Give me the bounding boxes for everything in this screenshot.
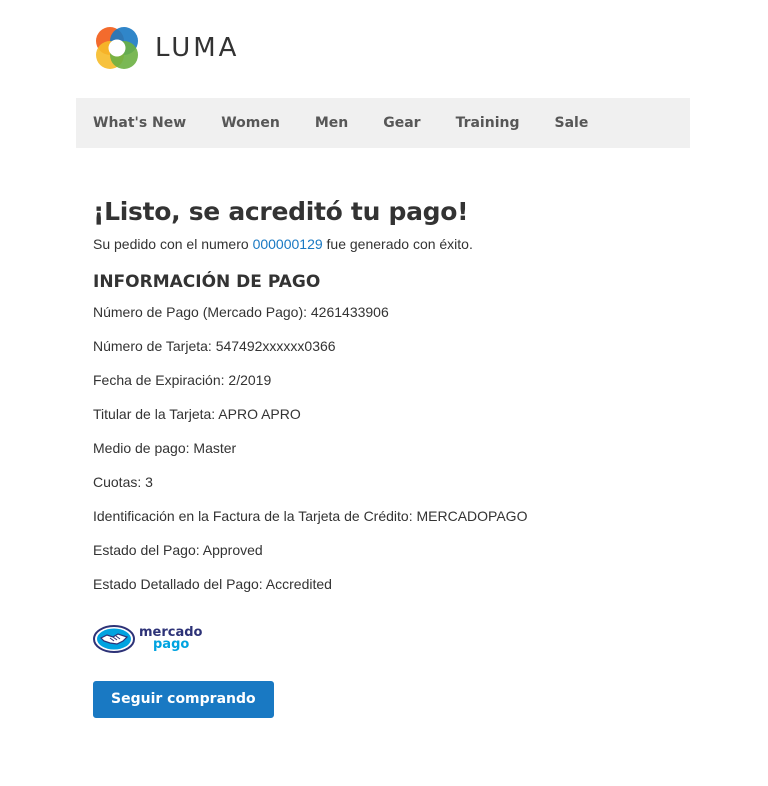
continue-shopping-button[interactable]: Seguir comprando [93, 681, 274, 718]
payment-method: Medio de pago: Master [93, 440, 237, 456]
luma-logo[interactable]: LUMA [93, 24, 239, 72]
order-suffix: fue generado con éxito. [326, 236, 473, 252]
payment-number: Número de Pago (Mercado Pago): 426143390… [93, 304, 389, 320]
nav-item-sale[interactable]: Sale [554, 115, 588, 131]
page-title: ¡Listo, se acreditó tu pago! [93, 197, 469, 226]
payment-info-list: Número de Pago (Mercado Pago): 426143390… [93, 302, 693, 594]
logo-text: LUMA [155, 33, 240, 63]
nav-item-men[interactable]: Men [315, 115, 348, 131]
expiration-date: Fecha de Expiración: 2/2019 [93, 372, 272, 388]
statement-descriptor: Identificación en la Factura de la Tarje… [93, 508, 528, 524]
payment-status-detail: Estado Detallado del Pago: Accredited [93, 576, 332, 592]
luma-logo-icon [96, 27, 138, 69]
main-navigation: What's New Women Men Gear Training Sale [76, 98, 690, 148]
main-content: ¡Listo, se acreditó tu pago! Su pedido c… [93, 192, 693, 608]
payment-info-heading: INFORMACIÓN DE PAGO [93, 272, 321, 292]
mercadopago-logo: mercado pago [93, 624, 203, 654]
nav-item-women[interactable]: Women [221, 115, 280, 131]
mercadopago-handshake-icon [93, 625, 135, 653]
order-prefix: Su pedido con el numero [93, 236, 249, 252]
order-confirmation-text: Su pedido con el numero 000000129 fue ge… [93, 234, 693, 254]
mercadopago-line2: pago [153, 637, 190, 652]
nav-item-training[interactable]: Training [456, 115, 520, 131]
nav-item-whats-new[interactable]: What's New [93, 115, 186, 131]
payment-status: Estado del Pago: Approved [93, 542, 263, 558]
nav-item-gear[interactable]: Gear [383, 115, 420, 131]
page: LUMA What's New Women Men Gear Training … [0, 0, 768, 786]
order-number-link[interactable]: 000000129 [253, 236, 323, 252]
installments: Cuotas: 3 [93, 474, 153, 490]
mercadopago-wordmark: mercado pago [139, 626, 203, 652]
card-number: Número de Tarjeta: 547492xxxxxx0366 [93, 338, 336, 354]
card-holder: Titular de la Tarjeta: APRO APRO [93, 406, 301, 422]
